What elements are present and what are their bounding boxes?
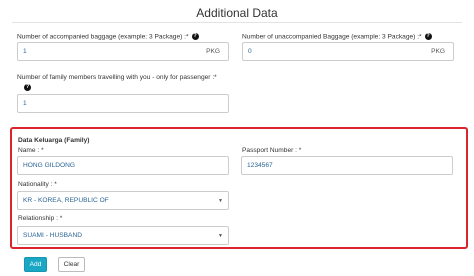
nationality-label: Nationality : *: [18, 181, 57, 188]
family-count-label: Number of family members travelling with…: [17, 74, 217, 81]
relationship-select[interactable]: SUAMI - HUSBAND ▼: [17, 226, 229, 245]
question-circle-icon[interactable]: ?: [424, 33, 432, 40]
relationship-label: Relationship : *: [18, 215, 63, 222]
passport-number-input[interactable]: 1234567: [241, 156, 453, 175]
unaccompanied-baggage-label: Number of unaccompanied Baggage (example…: [242, 33, 422, 41]
family-name-label: Name : *: [18, 147, 44, 154]
family-count-input[interactable]: 1: [17, 94, 229, 113]
accompanied-baggage-label-row: Number of accompanied baggage (example: …: [17, 33, 199, 41]
add-button[interactable]: Add: [24, 257, 47, 272]
caret-down-icon: ▼: [218, 198, 223, 204]
unaccompanied-baggage-input[interactable]: 0 PKG: [242, 42, 454, 61]
family-heading: Data Keluarga (Family): [18, 137, 90, 144]
accompanied-baggage-input[interactable]: 1 PKG: [17, 42, 229, 61]
accompanied-baggage-label: Number of accompanied baggage (example: …: [17, 33, 189, 41]
relationship-value: SUAMI - HUSBAND: [23, 232, 82, 239]
unaccompanied-baggage-unit: PKG: [431, 48, 445, 55]
question-circle-icon[interactable]: ?: [191, 33, 199, 40]
clear-button[interactable]: Clear: [58, 257, 85, 272]
caret-down-icon: ▼: [218, 233, 223, 239]
accompanied-baggage-unit: PKG: [206, 48, 220, 55]
accompanied-baggage-value: 1: [23, 48, 27, 55]
unaccompanied-baggage-value: 0: [248, 48, 252, 55]
family-name-value: HONG GILDONG: [23, 162, 76, 169]
family-name-input[interactable]: HONG GILDONG: [17, 156, 229, 175]
nationality-value: KR - KOREA, REPUBLIC OF: [23, 197, 109, 204]
nationality-select[interactable]: KR - KOREA, REPUBLIC OF ▼: [17, 191, 229, 210]
passport-number-value: 1234567: [247, 162, 273, 169]
unaccompanied-baggage-label-row: Number of unaccompanied Baggage (example…: [242, 33, 432, 41]
passport-number-label: Passport Number : *: [242, 147, 302, 154]
title-divider: [12, 22, 462, 23]
question-circle-icon[interactable]: ?: [24, 84, 31, 91]
family-count-value: 1: [23, 100, 27, 107]
page-title: Additional Data: [196, 6, 278, 20]
